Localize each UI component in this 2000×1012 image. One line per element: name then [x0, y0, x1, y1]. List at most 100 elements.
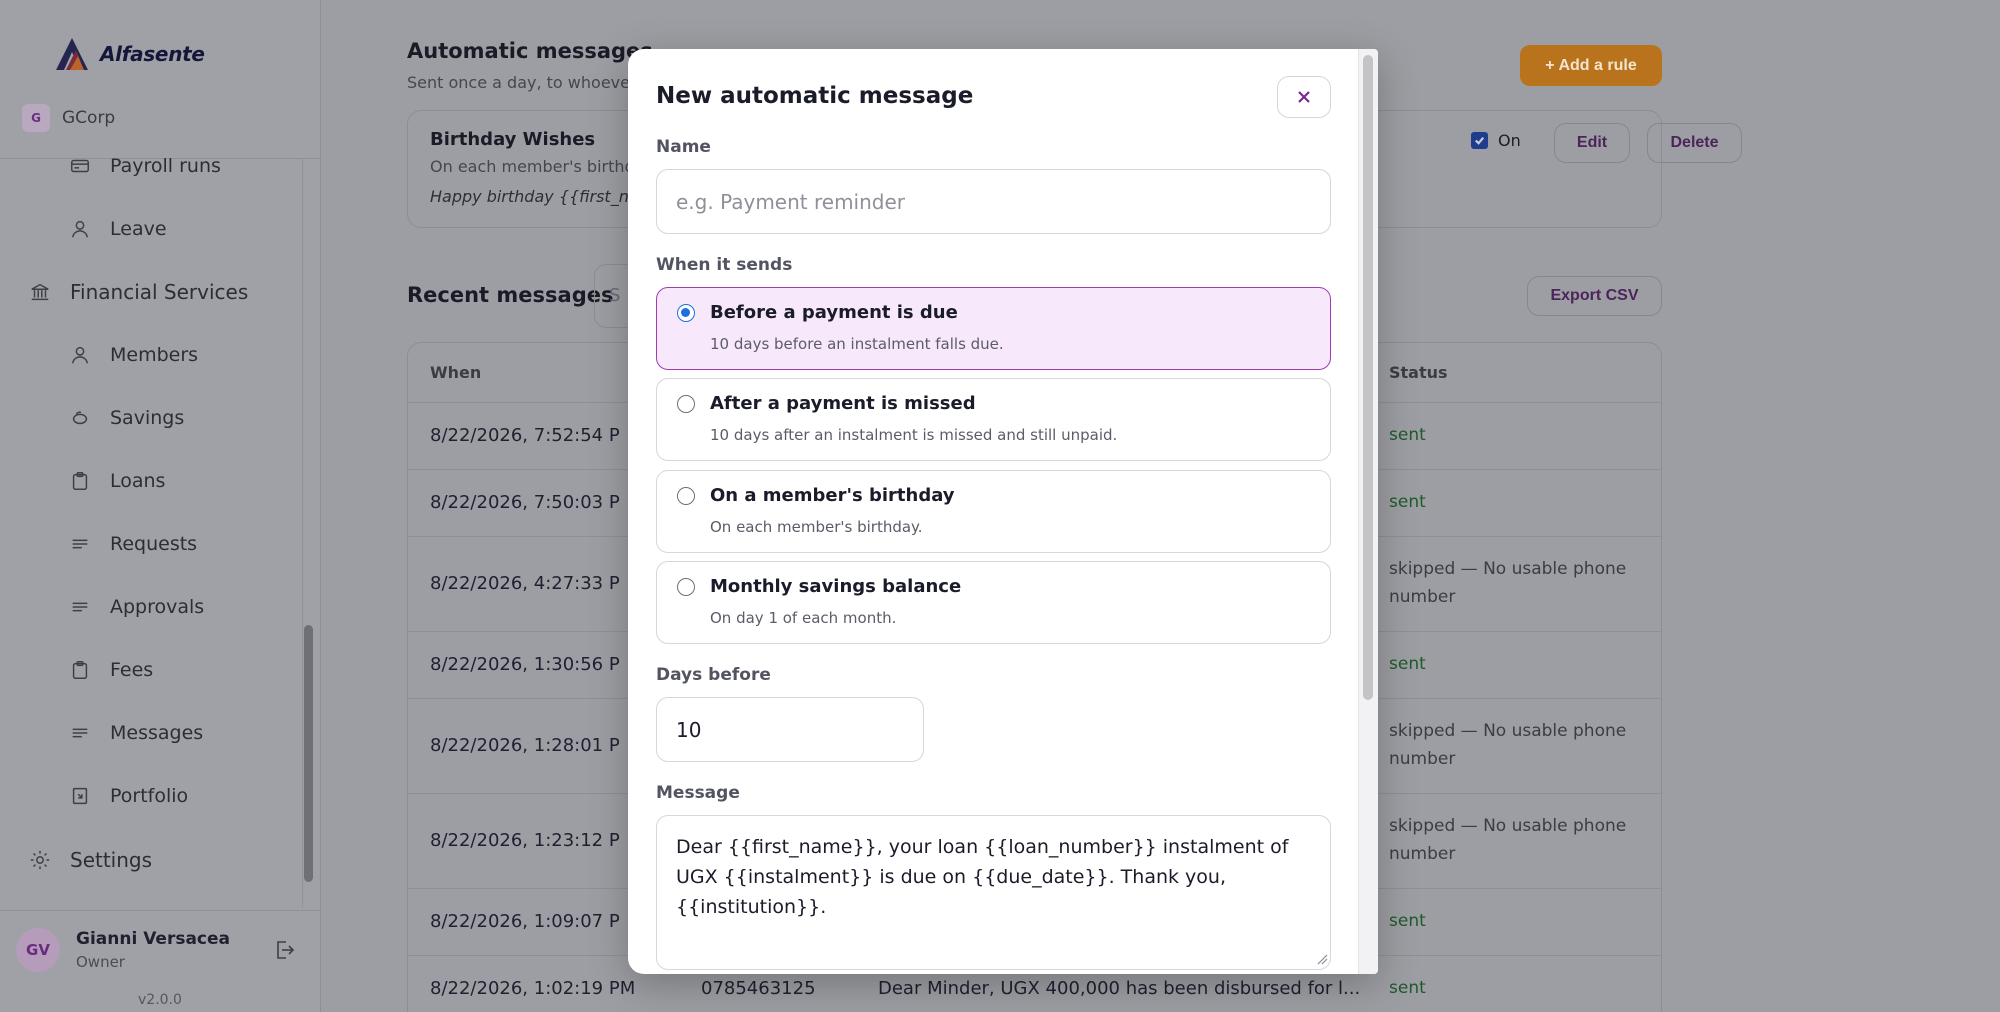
portfolio-icon [68, 784, 92, 808]
person-icon [68, 217, 92, 241]
sidebar-item-label: Settings [70, 848, 153, 872]
bank-icon [28, 280, 52, 304]
person-icon [68, 343, 92, 367]
option-description: On each member's birthday. [710, 518, 923, 536]
export-csv-button[interactable]: Export CSV [1527, 276, 1662, 316]
brand-name: Alfasente [100, 42, 205, 66]
sidebar-item-members[interactable]: Members [68, 343, 198, 367]
avatar: GV [16, 928, 60, 972]
option-monthly-savings-balance[interactable]: Monthly savings balance On day 1 of each… [656, 561, 1331, 644]
table-row-status: skipped — No usable phone number [1389, 721, 1627, 769]
table-row-message: Dear Minder, UGX 400,000 has been disbur… [878, 978, 1361, 999]
lines-icon [68, 721, 92, 745]
brand[interactable]: Alfasente [52, 34, 205, 74]
option-title: After a payment is missed [710, 393, 976, 414]
table-row-when: 8/22/2026, 1:28:01 P [430, 735, 620, 756]
rule-message-preview: Happy birthday {{first_na [430, 187, 639, 206]
org-badge: G [22, 104, 50, 132]
sidebar-scrollbar[interactable] [304, 625, 313, 882]
card-icon [68, 154, 92, 178]
option-before-payment-due[interactable]: Before a payment is due 10 days before a… [656, 287, 1331, 370]
option-title: Monthly savings balance [710, 576, 962, 597]
logout-icon[interactable] [272, 938, 298, 964]
sidebar-item-label: Loans [110, 470, 166, 492]
rule-schedule: On each member's birthd [430, 157, 635, 176]
option-description: 10 days before an instalment falls due. [710, 335, 1004, 353]
table-row-when: 8/22/2026, 7:52:54 P [430, 425, 620, 446]
sidebar-item-messages[interactable]: Messages [68, 721, 203, 745]
sidebar-item-label: Messages [110, 722, 204, 744]
sidebar-item-savings[interactable]: Savings [68, 406, 184, 430]
sidebar-item-label: Fees [110, 659, 154, 681]
user-name: Gianni Versacea [76, 929, 231, 949]
sidebar-item-loans[interactable]: Loans [68, 469, 165, 493]
automatic-messages-subtitle: Sent once a day, to whoever [407, 73, 637, 92]
rule-enabled-label: On [1498, 131, 1521, 150]
table-row-when: 8/22/2026, 1:02:19 PM [430, 978, 636, 999]
org-switcher[interactable]: G GCorp [22, 104, 115, 132]
sidebar-item-requests[interactable]: Requests [68, 532, 197, 556]
table-row-when: 8/22/2026, 4:27:33 P [430, 573, 620, 594]
sidebar-item-payroll-runs[interactable]: Payroll runs [68, 154, 221, 178]
sidebar-item-fees[interactable]: Fees [68, 658, 153, 682]
gear-icon [28, 848, 52, 872]
sidebar-item-portfolio[interactable]: Portfolio [68, 784, 188, 808]
edit-rule-button[interactable]: Edit [1554, 123, 1630, 163]
rule-name: Birthday Wishes [430, 129, 596, 150]
radio-unselected[interactable] [677, 487, 695, 505]
sidebar-item-label: Financial Services [70, 280, 249, 304]
message-textarea[interactable]: Dear {{first_name}}, your loan {{loan_nu… [656, 815, 1331, 970]
table-row-when: 8/22/2026, 1:30:56 P [430, 654, 620, 675]
sidebar-item-label: Payroll runs [110, 155, 221, 177]
app-version: v2.0.0 [138, 992, 182, 1008]
option-title: On a member's birthday [710, 485, 955, 506]
name-input[interactable] [656, 169, 1331, 234]
radio-unselected[interactable] [677, 578, 695, 596]
user-divider [0, 910, 321, 911]
user-profile[interactable]: GV Gianni Versacea Owner [16, 928, 230, 972]
option-after-payment-missed[interactable]: After a payment is missed 10 days after … [656, 378, 1331, 461]
piggy-icon [68, 406, 92, 430]
resize-grip-icon[interactable] [1316, 953, 1328, 965]
close-button[interactable] [1277, 76, 1331, 118]
sidebar-item-approvals[interactable]: Approvals [68, 595, 204, 619]
sidebar-item-label: Approvals [110, 596, 205, 618]
sidebar-item-leave[interactable]: Leave [68, 217, 167, 241]
option-title: Before a payment is due [710, 302, 958, 323]
days-before-input[interactable] [656, 697, 924, 762]
table-row-status: sent [1389, 654, 1426, 674]
sidebar-item-settings[interactable]: Settings [28, 848, 152, 872]
column-header-when[interactable]: When [430, 363, 481, 382]
add-rule-button[interactable]: + Add a rule [1520, 45, 1662, 86]
clipboard-icon [68, 658, 92, 682]
table-row-when: 8/22/2026, 7:50:03 P [430, 492, 620, 513]
table-row-status: skipped — No usable phone number [1389, 559, 1627, 607]
sidebar-item-label: Leave [110, 218, 167, 240]
table-row-status: skipped — No usable phone number [1389, 816, 1627, 864]
radio-unselected[interactable] [677, 395, 695, 413]
name-label: Name [656, 137, 711, 157]
sidebar-item-financial-services[interactable]: Financial Services [28, 280, 248, 304]
rule-enabled-toggle[interactable]: On [1471, 131, 1521, 150]
sidebar-item-label: Savings [110, 407, 185, 429]
table-row-when: 8/22/2026, 1:09:07 P [430, 911, 620, 932]
radio-selected[interactable] [677, 304, 695, 322]
option-description: On day 1 of each month. [710, 609, 897, 627]
column-header-status[interactable]: Status [1389, 363, 1448, 382]
clipboard-icon [68, 469, 92, 493]
user-role: Owner [76, 953, 125, 971]
dialog-scroll-thumb[interactable] [1363, 55, 1373, 700]
table-row-status: sent [1389, 492, 1426, 512]
delete-rule-button[interactable]: Delete [1647, 123, 1742, 163]
message-label: Message [656, 783, 740, 803]
sidebar-item-label: Portfolio [110, 785, 189, 807]
org-name: GCorp [62, 108, 116, 128]
when-label: When it sends [656, 255, 793, 275]
dialog-scrollbar[interactable] [1358, 49, 1378, 974]
dialog-title: New automatic message [656, 83, 974, 109]
option-member-birthday[interactable]: On a member's birthday On each member's … [656, 470, 1331, 553]
table-row-when: 8/22/2026, 1:23:12 P [430, 830, 620, 851]
checkbox-checked-icon[interactable] [1471, 132, 1488, 149]
table-row-phone: 0785463125 [701, 978, 816, 999]
sidebar-item-label: Members [110, 344, 199, 366]
